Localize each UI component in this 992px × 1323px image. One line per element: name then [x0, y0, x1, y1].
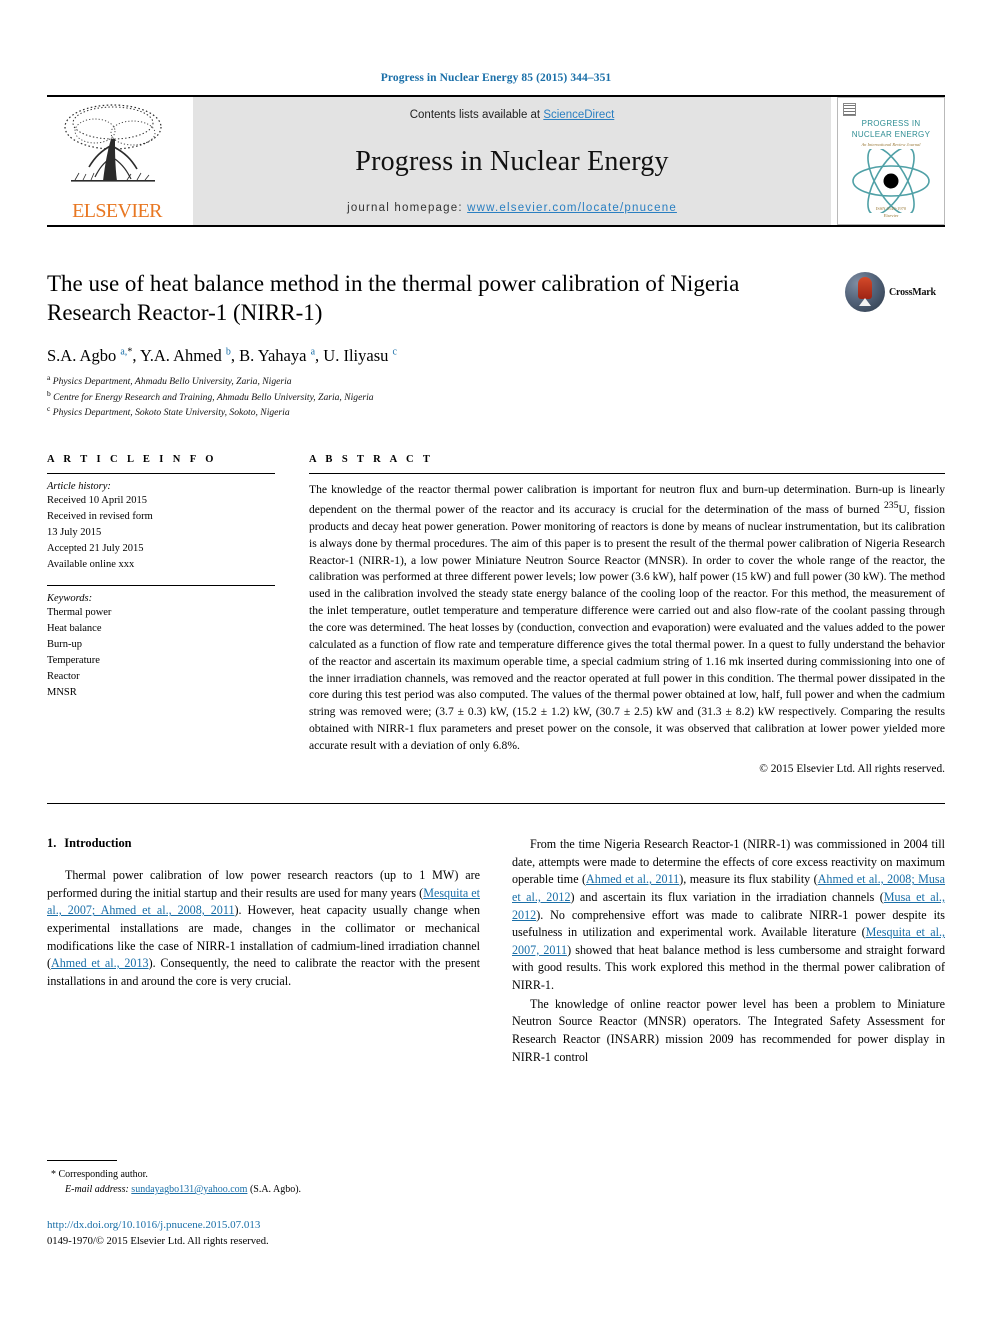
- crossmark-label: CrossMark: [889, 286, 936, 298]
- isotope-superscript: 235: [883, 500, 899, 512]
- abstract-part-2: , fission products and decay heat power …: [309, 502, 946, 753]
- abstract-part-1: The knowledge of the reactor thermal pow…: [309, 483, 945, 516]
- paragraph-right-2: The knowledge of online reactor power le…: [512, 996, 945, 1064]
- article-history-label: Article history:: [47, 481, 111, 493]
- paragraph-left-1: Thermal power calibration of low power r…: [47, 867, 480, 988]
- author-2: Y.A. Ahmed b: [139, 345, 231, 365]
- elsevier-tree-icon: [64, 104, 162, 182]
- section-heading-introduction: 1. Introduction: [47, 836, 480, 851]
- contents-prefix: Contents lists available at: [409, 109, 544, 121]
- abstract-column: A B S T R A C T The knowledge of the rea…: [309, 454, 945, 775]
- info-abstract-region: A R T I C L E I N F O Article history: R…: [47, 454, 945, 775]
- affiliation-list: a Physics Department, Ahmadu Bello Unive…: [47, 373, 945, 420]
- keyword-item: Heat balance: [47, 622, 102, 634]
- journal-masthead: ELSEVIER Contents lists available at Sci…: [47, 97, 945, 225]
- keyword-item: Burn-up: [47, 638, 82, 650]
- citation-link[interactable]: Ahmed et al., 2011: [586, 872, 679, 886]
- history-revised: Received in revised form: [47, 511, 153, 523]
- keywords-rule: [47, 585, 275, 587]
- body-column-left: 1. Introduction Thermal power calibration…: [47, 836, 480, 1068]
- cover-subtitle: An International Review Journal: [861, 141, 921, 147]
- contents-list-line: Contents lists available at ScienceDirec…: [410, 109, 615, 121]
- homepage-prefix: journal homepage:: [347, 202, 468, 214]
- body-columns: 1. Introduction Thermal power calibration…: [47, 836, 945, 1068]
- body-column-right: From the time Nigeria Research Reactor-1…: [512, 836, 945, 1068]
- sciencedirect-link[interactable]: ScienceDirect: [543, 109, 614, 121]
- author-1: S.A. Agbo a,*: [47, 345, 133, 365]
- email-link[interactable]: sundayagbo131@yahoo.com: [131, 1184, 247, 1195]
- keyword-item: Temperature: [47, 654, 100, 666]
- keyword-item: Reactor: [47, 670, 80, 682]
- page-footer: http://dx.doi.org/10.1016/j.pnucene.2015…: [47, 1215, 547, 1247]
- journal-cover-thumbnail: PROGRESS IN NUCLEAR ENERGY An Internatio…: [837, 97, 945, 225]
- history-accepted: Accepted 21 July 2015: [47, 543, 144, 555]
- cover-publisher: Elsevier: [883, 212, 899, 218]
- crossmark-icon: [845, 272, 885, 312]
- elsevier-logo: ELSEVIER: [47, 97, 187, 225]
- author-list: S.A. Agbo a,*, Y.A. Ahmed b, B. Yahaya a…: [47, 345, 397, 365]
- page-title: The use of heat balance method in the th…: [47, 271, 740, 326]
- issn-copyright: 0149-1970/© 2015 Elsevier Ltd. All right…: [47, 1236, 269, 1247]
- corresponding-author-note: * Corresponding author.: [51, 1169, 148, 1180]
- footnote-rule: [47, 1160, 117, 1161]
- crossmark-badge-group[interactable]: CrossMark: [845, 269, 945, 315]
- email-label: E-mail address:: [65, 1184, 129, 1195]
- body-separator-rule: [47, 802, 945, 804]
- running-head: Progress in Nuclear Energy 85 (2015) 344…: [380, 72, 612, 84]
- cover-publisher-mark-icon: [843, 103, 856, 116]
- article-info-heading: A R T I C L E I N F O: [47, 454, 217, 466]
- article-page: Progress in Nuclear Energy 85 (2015) 344…: [0, 0, 992, 1323]
- journal-title: Progress in Nuclear Energy: [355, 145, 669, 177]
- section-number: 1.: [47, 835, 57, 850]
- affiliation-b: b Centre for Energy Research and Trainin…: [47, 388, 374, 403]
- cover-footer: ISSN 0149-1970 Elsevier: [842, 206, 940, 219]
- cover-title-line2: NUCLEAR ENERGY: [851, 129, 931, 139]
- history-revised-date: 13 July 2015: [47, 527, 102, 539]
- article-info-rule: [47, 473, 275, 475]
- masthead-center-band: Contents lists available at ScienceDirec…: [193, 97, 831, 225]
- email-owner: (S.A. Agbo).: [249, 1184, 302, 1195]
- elsevier-wordmark: ELSEVIER: [72, 200, 162, 222]
- abstract-text: The knowledge of the reactor thermal pow…: [309, 482, 945, 755]
- affiliation-a: a Physics Department, Ahmadu Bello Unive…: [47, 372, 292, 388]
- author-4: U. Iliyasu c: [323, 345, 397, 365]
- footnote-star: *: [51, 1169, 56, 1180]
- journal-homepage-link[interactable]: www.elsevier.com/locate/pnucene: [467, 202, 677, 214]
- affiliation-c: c Physics Department, Sokoto State Unive…: [47, 404, 290, 419]
- atom-icon: [852, 148, 930, 213]
- doi-link[interactable]: http://dx.doi.org/10.1016/j.pnucene.2015…: [47, 1219, 260, 1231]
- author-3: B. Yahaya a: [239, 345, 316, 365]
- abstract-rule: [309, 473, 945, 475]
- title-block: The use of heat balance method in the th…: [47, 269, 945, 420]
- keyword-item: Thermal power: [47, 607, 112, 619]
- keyword-item: MNSR: [47, 686, 77, 698]
- footnote-block: * Corresponding author. E-mail address: …: [47, 1160, 480, 1197]
- journal-homepage-line: journal homepage: www.elsevier.com/locat…: [347, 202, 677, 214]
- abstract-copyright: © 2015 Elsevier Ltd. All rights reserved…: [759, 762, 945, 775]
- citation-link[interactable]: Ahmed et al., 2013: [51, 956, 149, 970]
- history-online: Available online xxx: [47, 559, 135, 571]
- masthead-bottom-rule: [47, 225, 945, 227]
- paragraph-right-1: From the time Nigeria Research Reactor-1…: [512, 836, 946, 993]
- article-info-column: A R T I C L E I N F O Article history: R…: [47, 454, 275, 775]
- keywords-label: Keywords:: [47, 593, 93, 605]
- history-received: Received 10 April 2015: [47, 495, 148, 507]
- isotope-symbol: U: [898, 502, 907, 516]
- abstract-heading: A B S T R A C T: [309, 454, 434, 466]
- email-note: E-mail address: sundayagbo131@yahoo.com …: [47, 1182, 480, 1197]
- section-title: Introduction: [64, 835, 132, 850]
- cover-title-line1: PROGRESS IN: [861, 119, 921, 128]
